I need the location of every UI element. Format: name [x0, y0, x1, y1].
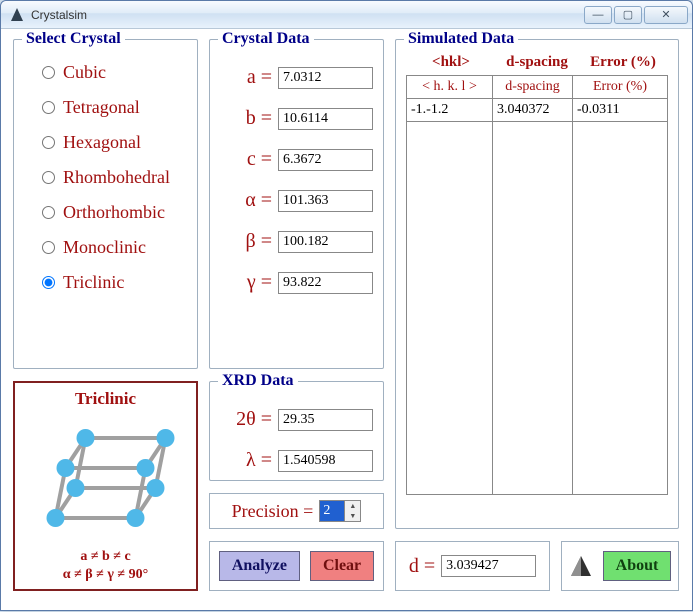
crystal-formula: a ≠ b ≠ c α ≠ β ≠ γ ≠ 90° — [15, 548, 196, 584]
crystal-option-cubic[interactable]: Cubic — [42, 62, 187, 83]
crystal-data-group: Crystal Data a = b = c = α = β = γ = — [209, 39, 384, 369]
radio-hexagonal[interactable] — [42, 136, 55, 149]
window-buttons: — ▢ ✕ — [584, 6, 688, 24]
crystal-option-tetragonal[interactable]: Tetragonal — [42, 97, 187, 118]
beta-label: β = — [220, 230, 278, 253]
table-header-row: < h. k. l > d-spacing Error (%) — [407, 76, 667, 99]
precision-label: Precision = — [232, 501, 314, 522]
maximize-button[interactable]: ▢ — [614, 6, 642, 24]
window-title: Crystalsim — [31, 8, 584, 22]
radio-tetragonal[interactable] — [42, 101, 55, 114]
about-button[interactable]: About — [603, 551, 672, 581]
crystal-label: Rhombohedral — [63, 167, 170, 188]
simulated-data-legend: Simulated Data — [404, 30, 518, 48]
b-label: b = — [220, 107, 278, 130]
clear-button[interactable]: Clear — [310, 551, 374, 581]
xrd-data-legend: XRD Data — [218, 372, 298, 390]
select-crystal-legend: Select Crystal — [22, 30, 125, 48]
simulated-data-group: Simulated Data <hkl> d-spacing Error (%)… — [395, 39, 679, 529]
about-group: About — [561, 541, 679, 591]
crystal-label: Orthorhombic — [63, 202, 165, 223]
cell-hkl: -1.-1.2 — [407, 99, 493, 121]
precision-input[interactable] — [319, 500, 345, 522]
minimize-button[interactable]: — — [584, 6, 612, 24]
alpha-label: α = — [220, 189, 278, 212]
logo-icon — [569, 554, 593, 578]
titlebar: Crystalsim — ▢ ✕ — [1, 1, 692, 29]
beta-input[interactable] — [278, 231, 373, 253]
close-button[interactable]: ✕ — [644, 6, 688, 24]
precision-stepper[interactable]: ▲▼ — [319, 500, 361, 522]
crystal-option-rhombohedral[interactable]: Rhombohedral — [42, 167, 187, 188]
cell-dspacing: 3.040372 — [493, 99, 573, 121]
app-window: Crystalsim — ▢ ✕ Select Crystal Cubic Te… — [0, 0, 693, 611]
radio-monoclinic[interactable] — [42, 241, 55, 254]
cell-error: -0.0311 — [573, 99, 667, 121]
triclinic-diagram-icon — [15, 413, 196, 543]
crystal-label: Cubic — [63, 62, 106, 83]
d-label: d = — [409, 555, 435, 578]
crystal-label: Triclinic — [63, 272, 124, 293]
select-crystal-group: Select Crystal Cubic Tetragonal Hexagona… — [13, 39, 198, 369]
chevron-up-icon[interactable]: ▲ — [345, 501, 360, 511]
gamma-label: γ = — [220, 271, 278, 294]
table-row[interactable]: -1.-1.2 3.040372 -0.0311 — [407, 99, 667, 122]
col-hkl: < h. k. l > — [407, 76, 493, 98]
lambda-input[interactable] — [278, 450, 373, 472]
a-label: a = — [220, 66, 278, 89]
crystal-label: Tetragonal — [63, 97, 140, 118]
c-label: c = — [220, 148, 278, 171]
sim-headers: <hkl> d-spacing Error (%) — [406, 54, 668, 71]
chevron-down-icon[interactable]: ▼ — [345, 511, 360, 521]
formula-line-1: a ≠ b ≠ c — [15, 548, 196, 566]
radio-triclinic[interactable] — [42, 276, 55, 289]
b-input[interactable] — [278, 108, 373, 130]
crystal-label: Monoclinic — [63, 237, 146, 258]
formula-line-2: α ≠ β ≠ γ ≠ 90° — [15, 566, 196, 584]
analyze-button[interactable]: Analyze — [219, 551, 300, 581]
twotheta-input[interactable] — [278, 409, 373, 431]
crystal-label: Hexagonal — [63, 132, 141, 153]
sim-table: < h. k. l > d-spacing Error (%) -1.-1.2 … — [406, 75, 668, 495]
a-input[interactable] — [278, 67, 373, 89]
col-dspacing: d-spacing — [493, 76, 573, 98]
c-input[interactable] — [278, 149, 373, 171]
spinner-arrows[interactable]: ▲▼ — [345, 500, 361, 522]
crystal-option-monoclinic[interactable]: Monoclinic — [42, 237, 187, 258]
crystal-data-legend: Crystal Data — [218, 30, 314, 48]
crystal-option-orthorhombic[interactable]: Orthorhombic — [42, 202, 187, 223]
twotheta-label: 2θ = — [220, 408, 278, 431]
radio-rhombohedral[interactable] — [42, 171, 55, 184]
col-error: Error (%) — [573, 76, 667, 98]
action-buttons-group: Analyze Clear — [209, 541, 384, 591]
crystal-option-hexagonal[interactable]: Hexagonal — [42, 132, 187, 153]
d-output[interactable] — [441, 555, 536, 577]
table-empty-area — [407, 122, 667, 494]
crystal-option-triclinic[interactable]: Triclinic — [42, 272, 187, 293]
radio-cubic[interactable] — [42, 66, 55, 79]
client-area: Select Crystal Cubic Tetragonal Hexagona… — [1, 29, 692, 612]
header-error: Error (%) — [580, 54, 666, 71]
gamma-input[interactable] — [278, 272, 373, 294]
header-hkl: <hkl> — [408, 54, 494, 71]
alpha-input[interactable] — [278, 190, 373, 212]
app-icon — [9, 7, 25, 23]
radio-orthorhombic[interactable] — [42, 206, 55, 219]
d-result-group: d = — [395, 541, 550, 591]
xrd-data-group: XRD Data 2θ = λ = — [209, 381, 384, 481]
crystal-diagram-card: Triclinic — [13, 381, 198, 591]
crystal-name: Triclinic — [15, 389, 196, 409]
precision-group: Precision = ▲▼ — [209, 493, 384, 529]
lambda-label: λ = — [220, 449, 278, 472]
header-dspacing: d-spacing — [494, 54, 580, 71]
